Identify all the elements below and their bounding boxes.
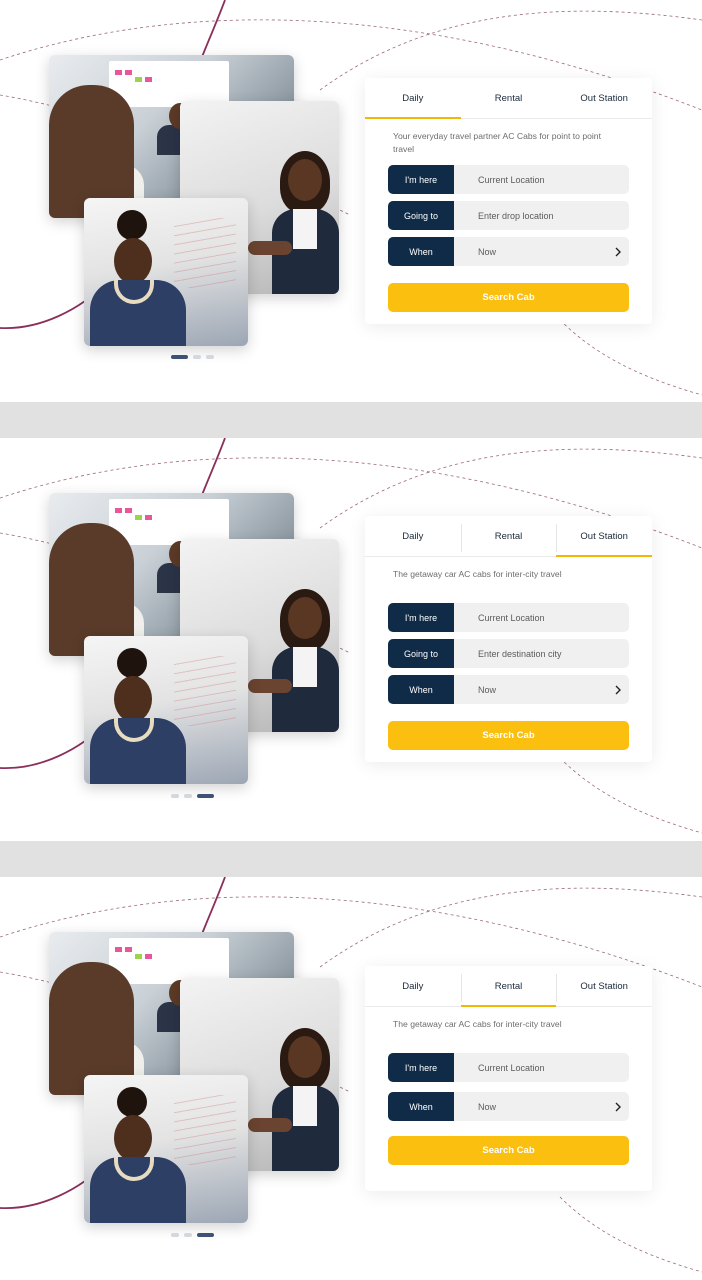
carousel-dots: [171, 794, 214, 798]
section-divider: [0, 402, 702, 438]
trip-type-tabs: Daily Rental Out Station: [365, 516, 652, 557]
pickup-label: I'm here: [388, 603, 454, 632]
carousel-dots: [171, 1233, 214, 1237]
booking-card: Daily Rental Out Station The getaway car…: [365, 516, 652, 762]
pickup-field[interactable]: I'm here Current Location: [388, 1053, 629, 1082]
tagline: The getaway car AC cabs for inter-city t…: [393, 1019, 562, 1029]
tagline: The getaway car AC cabs for inter-city t…: [393, 569, 562, 579]
when-label: When: [388, 237, 454, 266]
chevron-right-icon[interactable]: [607, 675, 629, 704]
carousel-dot[interactable]: [193, 355, 201, 359]
section-divider: [0, 841, 702, 877]
tab-out-station[interactable]: Out Station: [556, 966, 652, 1006]
booking-panel-daily: Daily Rental Out Station Your everyday t…: [0, 0, 702, 402]
tab-daily[interactable]: Daily: [365, 78, 461, 119]
booking-panel-out-station: Daily Rental Out Station The getaway car…: [0, 438, 702, 840]
booking-card: Daily Rental Out Station The getaway car…: [365, 966, 652, 1191]
when-select[interactable]: Now: [454, 237, 607, 266]
woman-arms-crossed-photo: [84, 198, 248, 346]
pickup-input[interactable]: Current Location: [454, 1053, 629, 1082]
when-field[interactable]: When Now: [388, 237, 629, 266]
carousel-dot[interactable]: [171, 1233, 179, 1237]
tab-rental[interactable]: Rental: [460, 516, 557, 556]
pickup-input[interactable]: Current Location: [454, 603, 629, 632]
tab-out-station[interactable]: Out Station: [556, 78, 652, 118]
search-cab-button[interactable]: Search Cab: [388, 1136, 629, 1165]
tab-rental[interactable]: Rental: [460, 966, 557, 1007]
drop-input[interactable]: Enter drop location: [454, 201, 629, 230]
booking-panel-rental: Daily Rental Out Station The getaway car…: [0, 877, 702, 1280]
carousel-dots: [171, 355, 214, 359]
pickup-input[interactable]: Current Location: [454, 165, 629, 194]
drop-field[interactable]: Going to Enter drop location: [388, 201, 629, 230]
woman-arms-crossed-photo: [84, 1075, 248, 1223]
booking-card: Daily Rental Out Station Your everyday t…: [365, 78, 652, 324]
when-field[interactable]: When Now: [388, 675, 629, 704]
search-cab-button[interactable]: Search Cab: [388, 283, 629, 312]
destination-field[interactable]: Going to Enter destination city: [388, 639, 629, 668]
woman-arms-crossed-photo: [84, 636, 248, 784]
when-select[interactable]: Now: [454, 675, 607, 704]
tab-daily[interactable]: Daily: [365, 966, 461, 1006]
drop-label: Going to: [388, 201, 454, 230]
when-select[interactable]: Now: [454, 1092, 607, 1121]
trip-type-tabs: Daily Rental Out Station: [365, 78, 652, 119]
pickup-field[interactable]: I'm here Current Location: [388, 603, 629, 632]
carousel-dot[interactable]: [206, 355, 214, 359]
tab-daily[interactable]: Daily: [365, 516, 461, 556]
tab-rental[interactable]: Rental: [461, 78, 557, 118]
tagline: Your everyday travel partner AC Cabs for…: [393, 131, 601, 154]
when-field[interactable]: When Now: [388, 1092, 629, 1121]
when-label: When: [388, 1092, 454, 1121]
carousel-dot[interactable]: [171, 355, 188, 359]
when-label: When: [388, 675, 454, 704]
trip-type-tabs: Daily Rental Out Station: [365, 966, 652, 1007]
carousel-dot[interactable]: [171, 794, 179, 798]
chevron-right-icon[interactable]: [607, 237, 629, 266]
pickup-label: I'm here: [388, 165, 454, 194]
pickup-label: I'm here: [388, 1053, 454, 1082]
destination-input[interactable]: Enter destination city: [454, 639, 629, 668]
carousel-dot[interactable]: [197, 794, 214, 798]
chevron-right-icon[interactable]: [607, 1092, 629, 1121]
carousel-dot[interactable]: [184, 794, 192, 798]
pickup-field[interactable]: I'm here Current Location: [388, 165, 629, 194]
carousel-dot[interactable]: [184, 1233, 192, 1237]
destination-label: Going to: [388, 639, 454, 668]
tab-out-station[interactable]: Out Station: [556, 516, 652, 557]
carousel-dot[interactable]: [197, 1233, 214, 1237]
search-cab-button[interactable]: Search Cab: [388, 721, 629, 750]
